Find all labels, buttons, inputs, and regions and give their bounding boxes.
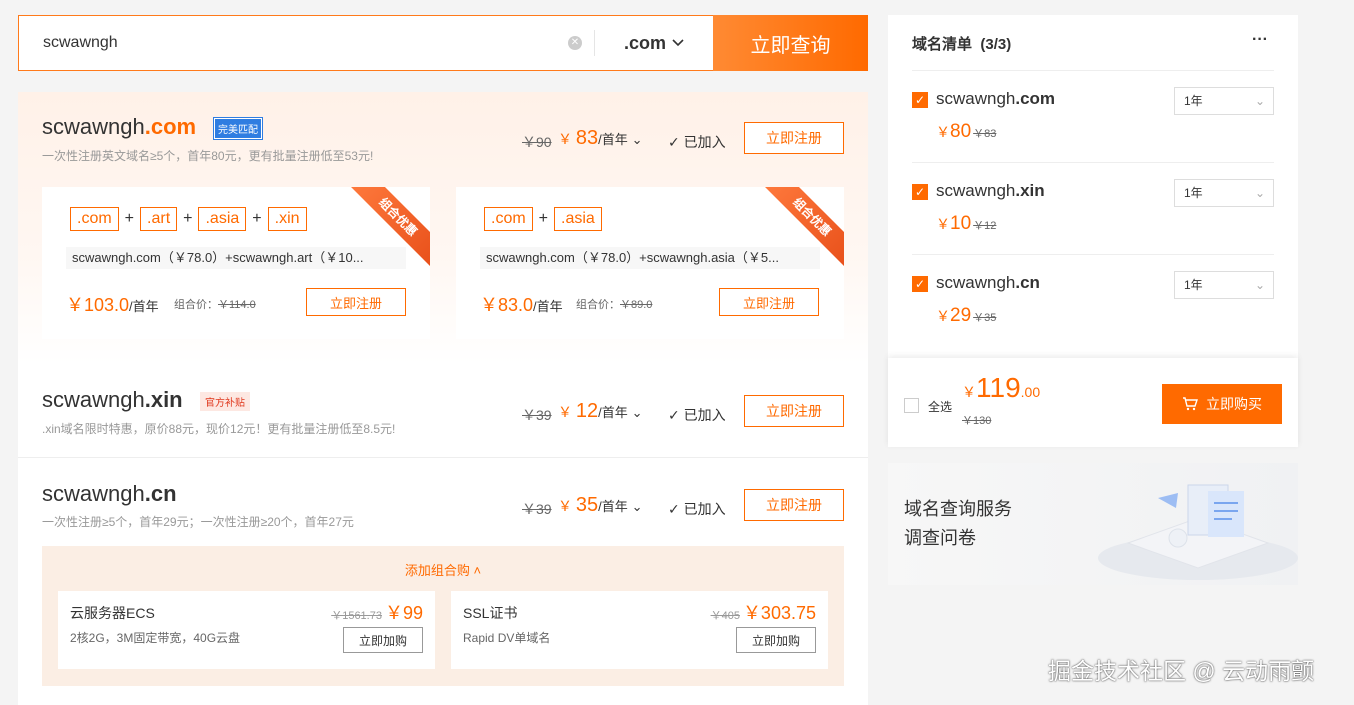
total-old-price: ￥130	[962, 415, 992, 427]
domain-name: scwawngh.xin	[42, 387, 183, 412]
cart-item-price: ￥29 ￥35	[936, 305, 997, 326]
added-status: ✓ 已加入	[668, 134, 726, 150]
cart-item-name: scwawngh.cn	[936, 273, 1040, 292]
select-all-label[interactable]: 全选	[928, 398, 952, 415]
survey-banner[interactable]: 域名查询服务 调查问卷	[888, 463, 1298, 585]
addon-card: SSL证书 Rapid DV单域名 ￥405 ￥303.75 立即加购	[451, 591, 828, 669]
search-input[interactable]	[19, 16, 568, 70]
cart-item-price: ￥10 ￥12	[936, 213, 997, 234]
suffix-select[interactable]: .com	[595, 16, 713, 70]
combo-chips: .com + .asia	[484, 207, 602, 231]
watermark: 掘金技术社区 @ 云动雨颤	[1048, 658, 1315, 684]
cart-item-name: scwawngh.xin	[936, 181, 1045, 200]
chevron-down-icon: ⌄	[1254, 278, 1265, 292]
old-price: ￥90	[522, 134, 552, 150]
cart-icon	[1183, 397, 1198, 411]
chevron-down-icon: ⌄	[1254, 94, 1265, 108]
search-button[interactable]: 立即查询	[713, 15, 868, 71]
survey-text: 域名查询服务 调查问卷	[904, 499, 1012, 548]
add-to-cart-button[interactable]: 立即加购	[736, 627, 816, 653]
checkout-bar: 全选 ￥119.00 ￥130 立即购买	[888, 358, 1298, 447]
cart-item-name: scwawngh.com	[936, 89, 1056, 108]
select-all-checkbox[interactable]	[904, 398, 919, 413]
combo-old-price: 组合价：￥89.0	[576, 299, 653, 311]
combo-chips: .com + .art + .asia + .xin	[70, 207, 307, 231]
term-select[interactable]: 1年 ⌄	[1174, 179, 1274, 207]
divider	[912, 70, 1274, 71]
combo-old-price: 组合价：￥114.0	[174, 299, 256, 311]
combo-register-button[interactable]: 立即注册	[306, 288, 406, 316]
domain-desc: .xin域名限时特惠，原价88元，现价12元！更有批量注册低至8.5元!	[42, 422, 396, 436]
total-price: ￥119.00	[962, 372, 1041, 403]
chevron-down-icon: ⌄	[631, 405, 643, 420]
combo-card: .com + .asia scwawngh.com（￥78.0）+scwawngh…	[456, 187, 844, 339]
term-select[interactable]: 1年 ⌄	[1174, 271, 1274, 299]
register-button[interactable]: 立即注册	[744, 395, 844, 427]
suffix-select-value: .com	[623, 32, 666, 53]
divider	[912, 254, 1274, 255]
more-icon[interactable]: ···	[1252, 31, 1268, 49]
cart-item-price: ￥80 ￥83	[936, 121, 997, 142]
buy-now-button[interactable]: 立即购买	[1162, 384, 1282, 424]
combo-price: ￥103.0/首年	[66, 295, 159, 315]
cart-title: 域名清单 (3/3)	[912, 36, 1012, 53]
check-icon: ✓	[668, 407, 680, 423]
clear-icon[interactable]: ✕	[568, 36, 582, 50]
domain-desc: 一次性注册≥5个，首年29元；一次性注册≥20个，首年27元	[42, 515, 354, 529]
chevron-down-icon: ⌄	[1254, 186, 1265, 200]
combo-desc: scwawngh.com（￥78.0）+scwawngh.asia（￥5...	[480, 247, 820, 269]
survey-illustration	[1098, 484, 1298, 580]
term-select[interactable]: 1年 ⌄	[1174, 87, 1274, 115]
check-icon: ✓	[668, 501, 680, 517]
combo-desc: scwawngh.com（￥78.0）+scwawngh.art（￥10...	[66, 247, 406, 269]
addon-card: 云服务器ECS 2核2G，3M固定带宽，40G云盘 ￥1561.73 ￥99 立即…	[58, 591, 435, 669]
added-status: ✓ 已加入	[668, 501, 726, 517]
old-price: ￥39	[522, 501, 552, 517]
old-price: ￥39	[522, 407, 552, 423]
addon-toggle[interactable]: 添加组合购 ˄	[42, 560, 844, 579]
combo-card: .com + .art + .asia + .xin scwawngh.com（￥78…	[42, 187, 430, 339]
chevron-down-icon	[672, 39, 684, 47]
chevron-down-icon: ⌄	[631, 499, 643, 514]
item-checkbox[interactable]: ✓	[912, 184, 928, 200]
result-list: scwawngh.com 完美匹配 一次性注册英文域名≥5个，首年80元，更有批…	[18, 92, 868, 705]
chevron-down-icon: ⌄	[631, 132, 643, 147]
subsidy-badge: 官方补贴	[200, 392, 250, 411]
addon-section: 添加组合购 ˄ 云服务器ECS 2核2G，3M固定带宽，40G云盘 ￥1561.…	[42, 546, 844, 686]
divider	[18, 457, 868, 458]
add-to-cart-button[interactable]: 立即加购	[343, 627, 423, 653]
combo-register-button[interactable]: 立即注册	[719, 288, 819, 316]
domain-name: scwawngh.com	[42, 114, 197, 139]
register-button[interactable]: 立即注册	[744, 489, 844, 521]
combo-price: ￥83.0/首年	[480, 295, 563, 315]
divider	[912, 162, 1274, 163]
domain-desc: 一次性注册英文域名≥5个，首年80元，更有批量注册低至53元!	[42, 149, 374, 163]
check-icon: ✓	[668, 134, 680, 150]
domain-name: scwawngh.cn	[42, 481, 177, 506]
register-button[interactable]: 立即注册	[744, 122, 844, 154]
current-price[interactable]: ￥ 12/首年 ⌄	[558, 400, 643, 423]
match-badge: 完美匹配	[213, 117, 263, 140]
item-checkbox[interactable]: ✓	[912, 276, 928, 292]
current-price[interactable]: ￥ 83/首年 ⌄	[558, 127, 643, 150]
added-status: ✓ 已加入	[668, 407, 726, 423]
search-bar: ✕ .com 立即查询	[18, 15, 868, 71]
chevron-up-icon: ˄	[473, 563, 482, 578]
item-checkbox[interactable]: ✓	[912, 92, 928, 108]
current-price[interactable]: ￥ 35/首年 ⌄	[558, 494, 643, 517]
